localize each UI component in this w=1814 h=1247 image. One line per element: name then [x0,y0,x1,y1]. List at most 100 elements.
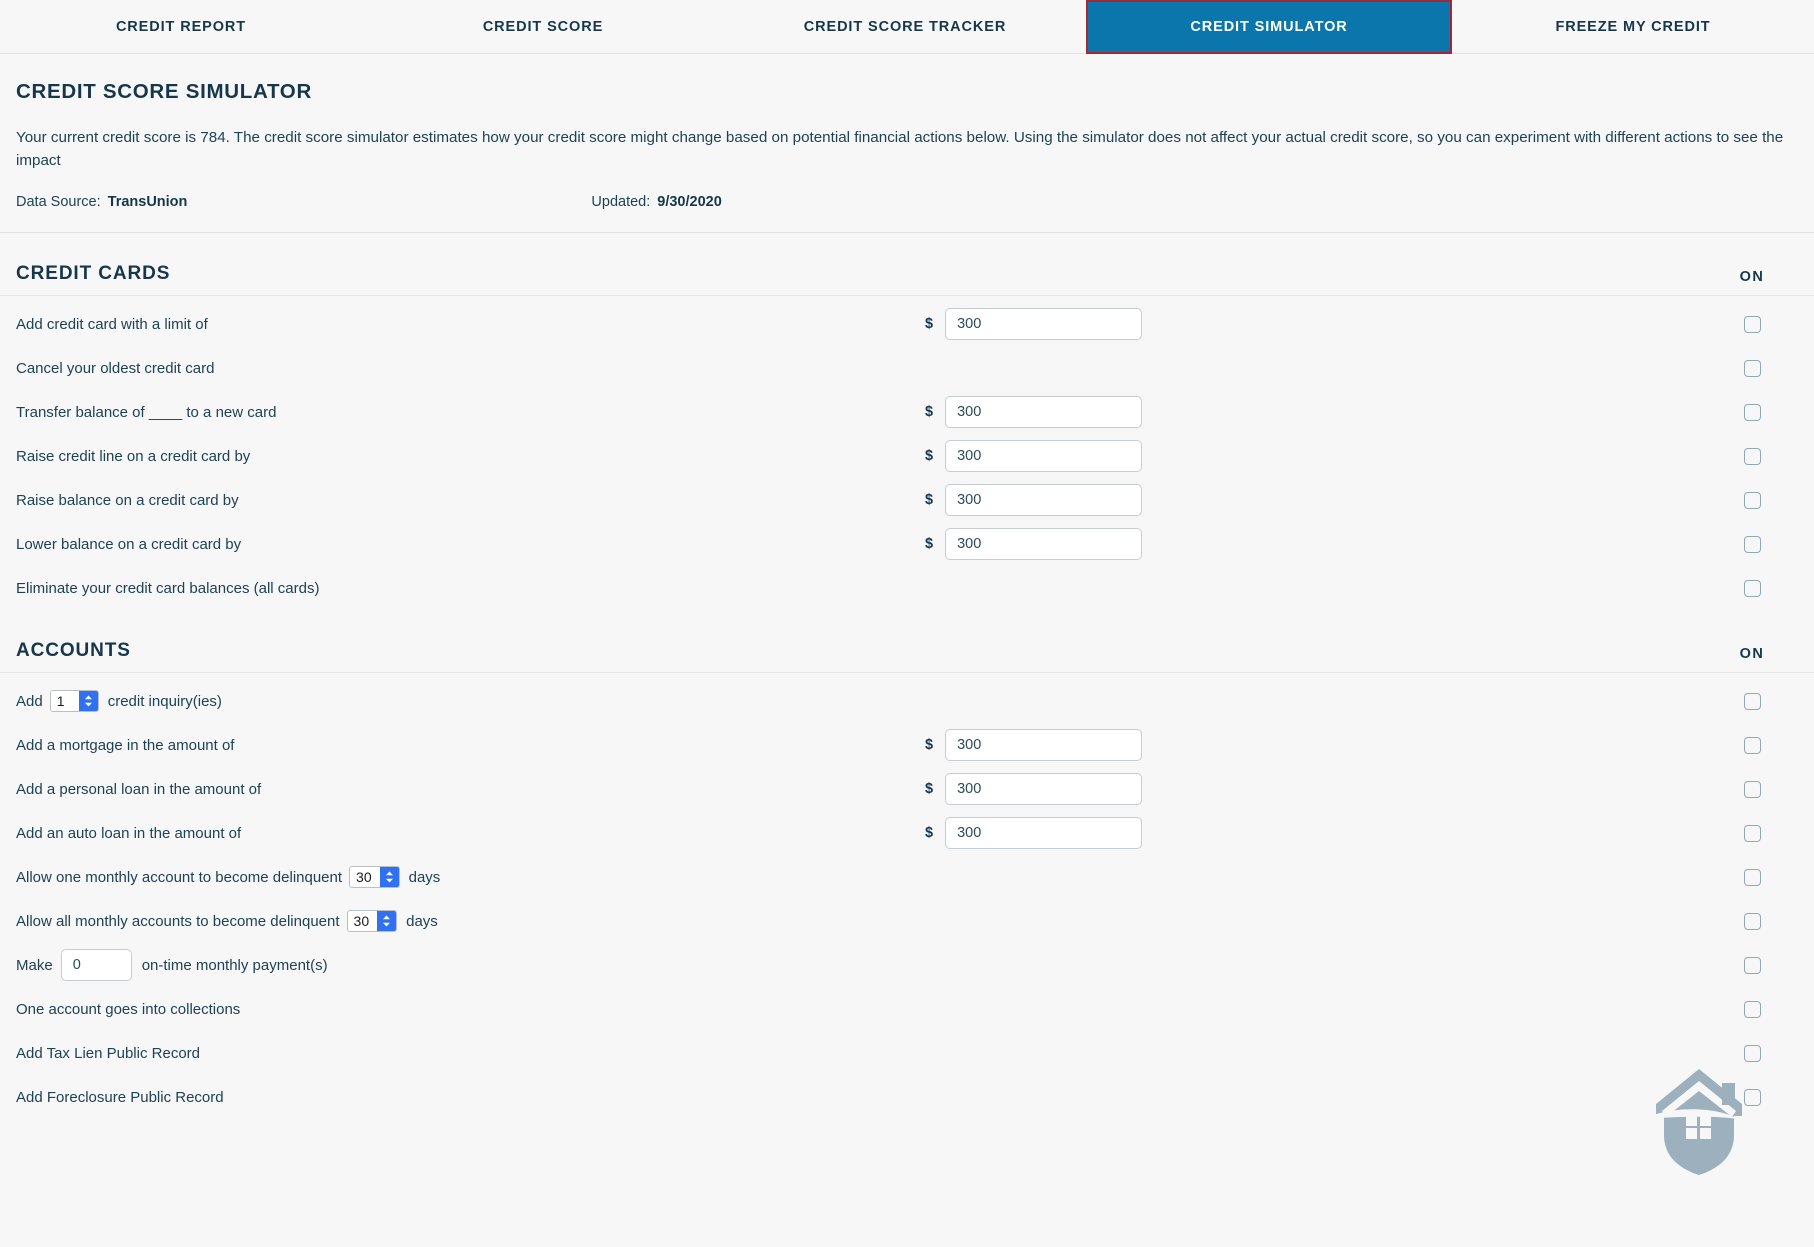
on-checkbox[interactable] [1743,359,1761,377]
amount-field-group: $ [925,440,1143,472]
on-checkbox[interactable] [1743,491,1761,509]
row-label-group: Add an auto loan in the amount of [0,825,241,842]
stepper-value: 1 [50,691,79,711]
on-toggle-cell [1700,868,1804,886]
updated-label: Updated: [591,194,651,210]
row-label: Allow all monthly accounts to become del… [16,912,340,930]
amount-field-group: $ [925,817,1143,849]
on-column-header: ON [1739,646,1765,662]
on-checkbox[interactable] [1743,956,1761,974]
dollar-sign-icon: $ [925,737,934,753]
stepper-arrows-icon[interactable] [78,691,98,711]
on-toggle-cell [1700,447,1804,465]
amount-field-group: $ [925,396,1143,428]
stepper-arrows-icon[interactable] [379,867,399,887]
tab-label: CREDIT REPORT [115,19,247,35]
row-suffix: credit inquiry(ies) [107,692,222,710]
stepper-value: 30 [350,867,380,887]
number-stepper[interactable]: 30 [346,910,398,932]
amount-input[interactable] [945,773,1143,805]
tab-freeze-my-credit[interactable]: FREEZE MY CREDIT [1452,0,1814,54]
dollar-sign-icon: $ [925,536,934,552]
row-suffix: days [406,912,438,930]
row-label: Add [16,692,43,710]
dollar-sign-icon: $ [925,316,934,332]
on-checkbox[interactable] [1743,780,1761,798]
amount-input[interactable] [945,396,1143,428]
tab-credit-simulator[interactable]: CREDIT SIMULATOR [1086,0,1452,54]
section-rows: Add 1 credit inquiry(ies) Add a mortgage in… [0,673,1814,1119]
dollar-sign-icon: $ [925,448,934,464]
row-label-group: Add a mortgage in the amount of [0,737,234,754]
on-checkbox[interactable] [1743,403,1761,421]
on-checkbox[interactable] [1743,1000,1761,1018]
row-label: Raise credit line on a credit card by [16,447,251,465]
row-label: Raise balance on a credit card by [16,491,239,509]
on-checkbox[interactable] [1743,912,1761,930]
simulator-row: Cancel your oldest credit card [0,346,1814,390]
simulator-row: Raise balance on a credit card by $ [0,478,1814,522]
on-checkbox[interactable] [1743,1044,1761,1062]
on-toggle-cell [1700,535,1804,553]
payments-count-input[interactable] [60,949,132,981]
tab-credit-score-tracker[interactable]: CREDIT SCORE TRACKER [724,0,1086,54]
on-checkbox[interactable] [1743,579,1761,597]
dollar-sign-icon: $ [925,404,934,420]
row-label: Allow one monthly account to become deli… [16,868,343,886]
amount-input[interactable] [945,729,1143,761]
amount-input[interactable] [945,308,1143,340]
simulator-row: Allow all monthly accounts to become del… [0,899,1814,943]
on-checkbox[interactable] [1743,1088,1761,1106]
simulator-row: Make on-time monthly payment(s) [0,943,1814,987]
section-accounts: ACCOUNTS ON Add 1 credit inquiry(ies) Add a m… [0,610,1814,1119]
row-label-group: Raise credit line on a credit card by [0,448,250,465]
tab-label: CREDIT SCORE [482,19,604,35]
on-checkbox[interactable] [1743,315,1761,333]
simulator-row: Add credit card with a limit of $ [0,302,1814,346]
row-label: Make [16,956,53,974]
amount-input[interactable] [945,440,1143,472]
amount-field-group: $ [925,773,1143,805]
amount-field-group: $ [925,528,1143,560]
simulator-row: Transfer balance of ____ to a new card $ [0,390,1814,434]
on-toggle-cell [1700,824,1804,842]
stepper-arrows-icon[interactable] [377,911,397,931]
row-label-group: Raise balance on a credit card by [0,492,239,509]
main-tab-bar: CREDIT REPORT CREDIT SCORE CREDIT SCORE TR… [0,0,1814,54]
row-suffix: days [408,868,441,886]
tab-credit-score[interactable]: CREDIT SCORE [362,0,724,54]
row-label: Add a mortgage in the amount of [16,736,235,754]
section-credit-cards: CREDIT CARDS ON Add credit card with a lim… [0,233,1814,610]
simulator-row: Add 1 credit inquiry(ies) [0,679,1814,723]
amount-input[interactable] [945,484,1143,516]
amount-input[interactable] [945,817,1143,849]
on-toggle-cell [1700,403,1804,421]
simulator-row: Eliminate your credit card balances (all… [0,566,1814,610]
section-title: ACCOUNTS [16,640,131,661]
simulator-row: Lower balance on a credit card by $ [0,522,1814,566]
updated-value: 9/30/2020 [657,194,722,210]
row-label-group: Add credit card with a limit of [0,316,208,333]
on-checkbox[interactable] [1743,868,1761,886]
amount-input[interactable] [945,528,1143,560]
dollar-sign-icon: $ [925,781,934,797]
number-stepper[interactable]: 30 [349,866,400,888]
tab-credit-report[interactable]: CREDIT REPORT [0,0,362,54]
number-stepper[interactable]: 1 [49,690,99,712]
row-label: Eliminate your credit card balances (all… [16,579,320,597]
section-header: ACCOUNTS ON [0,610,1814,673]
row-label: Lower balance on a credit card by [16,535,242,553]
row-label-group: Allow all monthly accounts to become del… [0,910,438,932]
data-source-label: Data Source: [16,194,101,210]
on-checkbox[interactable] [1743,736,1761,754]
meta-row: Data Source: TransUnion Updated: 9/30/20… [16,194,1798,210]
simulator-row: Allow one monthly account to become deli… [0,855,1814,899]
row-label-group: Eliminate your credit card balances (all… [0,580,319,597]
dollar-sign-icon: $ [925,825,934,841]
on-checkbox[interactable] [1743,824,1761,842]
simulator-row: Add Tax Lien Public Record [0,1031,1814,1075]
amount-field-group: $ [925,484,1143,516]
on-checkbox[interactable] [1743,692,1761,710]
on-checkbox[interactable] [1743,447,1761,465]
on-checkbox[interactable] [1743,535,1761,553]
